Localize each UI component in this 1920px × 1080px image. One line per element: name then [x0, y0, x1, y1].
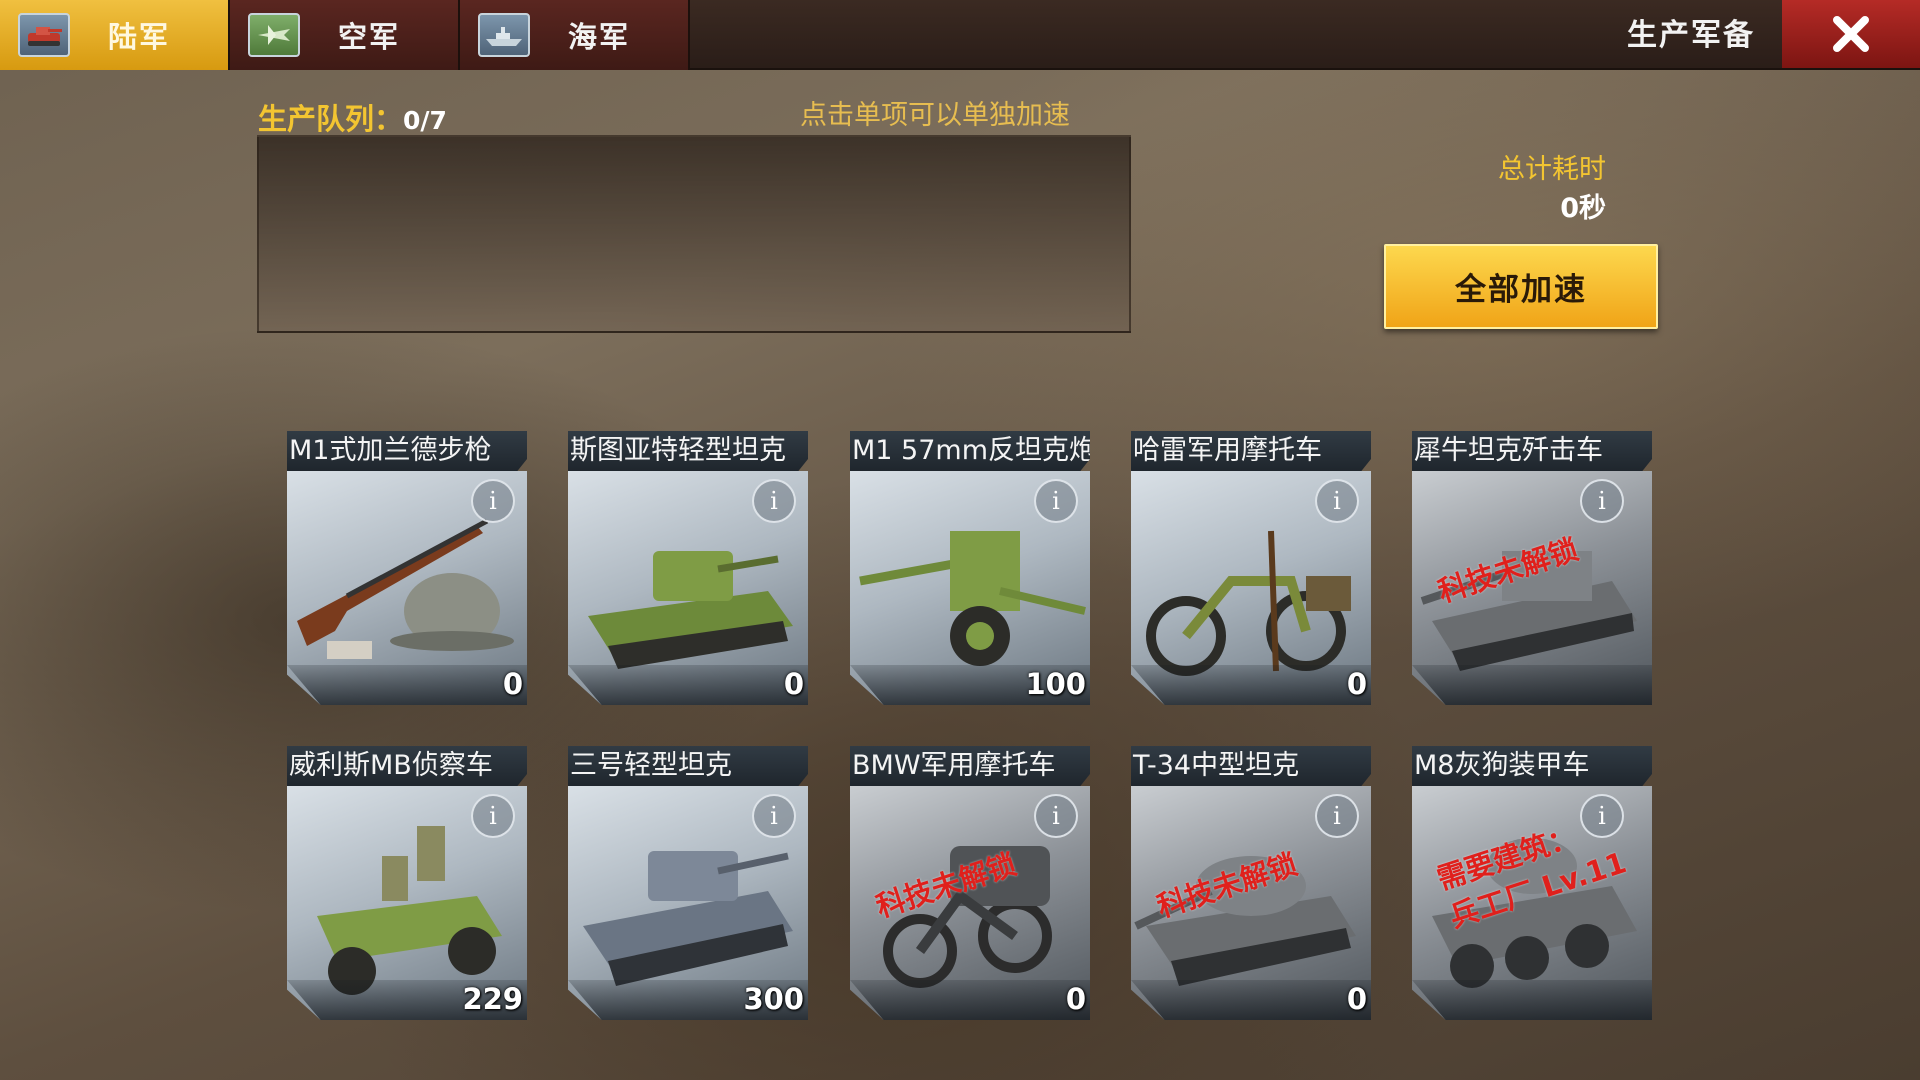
- top-bar: 陆军 空军 海军 生产军备: [0, 0, 1920, 70]
- info-icon[interactable]: i: [1034, 479, 1078, 523]
- unit-card-willys-jeep[interactable]: 威利斯MB侦察车 i 229: [287, 746, 527, 1020]
- unit-card-harley-motorcycle[interactable]: 哈雷军用摩托车 i 0: [1131, 431, 1371, 705]
- unit-quantity: 0: [1065, 982, 1086, 1016]
- ship-icon: [478, 13, 530, 57]
- tank-icon: [18, 13, 70, 57]
- unit-quantity: 0: [1346, 667, 1367, 701]
- total-time-label: 总计耗时: [1498, 154, 1606, 185]
- unit-name: 哈雷军用摩托车: [1131, 431, 1371, 471]
- production-queue[interactable]: [257, 135, 1131, 333]
- tab-army[interactable]: 陆军: [0, 0, 230, 70]
- queue-label: 生产队列：0/7: [258, 96, 447, 138]
- info-icon[interactable]: i: [752, 479, 796, 523]
- tab-army-label: 陆军: [107, 20, 170, 54]
- unit-name: 三号轻型坦克: [568, 746, 808, 786]
- unit-card-t34-tank[interactable]: T-34中型坦克 i 科技未解锁 0: [1131, 746, 1371, 1020]
- unit-quantity: 0: [783, 667, 804, 701]
- card-footer: [1131, 980, 1371, 1020]
- unit-name: M1式加兰德步枪: [287, 431, 527, 471]
- info-icon[interactable]: i: [471, 479, 515, 523]
- unit-quantity: 100: [1025, 667, 1086, 701]
- unit-card-panzer-iii[interactable]: 三号轻型坦克 i 300: [568, 746, 808, 1020]
- info-icon[interactable]: i: [471, 794, 515, 838]
- queue-label-text: 生产队列：: [258, 102, 404, 136]
- tab-navy-label: 海军: [567, 20, 630, 54]
- card-footer: [287, 665, 527, 705]
- speed-up-all-button[interactable]: 全部加速: [1384, 244, 1658, 329]
- info-icon[interactable]: i: [752, 794, 796, 838]
- unit-name: 威利斯MB侦察车: [287, 746, 527, 786]
- card-footer: [1412, 665, 1652, 705]
- close-button[interactable]: [1782, 0, 1920, 68]
- tab-airforce[interactable]: 空军: [230, 0, 460, 70]
- queue-hint: 点击单项可以单独加速: [800, 100, 1070, 131]
- unit-quantity: 0: [1346, 982, 1367, 1016]
- queue-count: 0/7: [403, 106, 447, 135]
- unit-name: M1 57mm反坦克炮: [850, 431, 1090, 471]
- tab-airforce-label: 空军: [337, 20, 400, 54]
- unit-quantity: 300: [743, 982, 804, 1016]
- unit-name: T-34中型坦克: [1131, 746, 1371, 786]
- card-footer: [568, 665, 808, 705]
- card-footer: [850, 980, 1090, 1020]
- tab-navy[interactable]: 海军: [460, 0, 690, 70]
- unit-name: 斯图亚特轻型坦克: [568, 431, 808, 471]
- info-icon[interactable]: i: [1315, 479, 1359, 523]
- total-time-value: 0秒: [1560, 193, 1606, 224]
- unit-card-garand-rifle[interactable]: M1式加兰德步枪 i 0: [287, 431, 527, 705]
- unit-name: 犀牛坦克歼击车: [1412, 431, 1652, 471]
- close-icon: [1833, 16, 1869, 52]
- unit-card-m8-greyhound[interactable]: M8灰狗装甲车 i 需要建筑： 兵工厂 Lv.11: [1412, 746, 1652, 1020]
- page-title: 生产军备: [1627, 18, 1755, 53]
- card-footer: [1131, 665, 1371, 705]
- unit-card-bmw-motorcycle[interactable]: BMW军用摩托车 i 科技未解锁 0: [850, 746, 1090, 1020]
- unit-quantity: 229: [462, 982, 523, 1016]
- plane-icon: [248, 13, 300, 57]
- card-footer: [1412, 980, 1652, 1020]
- unit-card-hellcat-destroyer[interactable]: 犀牛坦克歼击车 i 科技未解锁: [1412, 431, 1652, 705]
- unit-name: M8灰狗装甲车: [1412, 746, 1652, 786]
- unit-card-57mm-gun[interactable]: M1 57mm反坦克炮 i 100: [850, 431, 1090, 705]
- unit-quantity: 0: [502, 667, 523, 701]
- unit-card-stuart-tank[interactable]: 斯图亚特轻型坦克 i 0: [568, 431, 808, 705]
- unit-name: BMW军用摩托车: [850, 746, 1090, 786]
